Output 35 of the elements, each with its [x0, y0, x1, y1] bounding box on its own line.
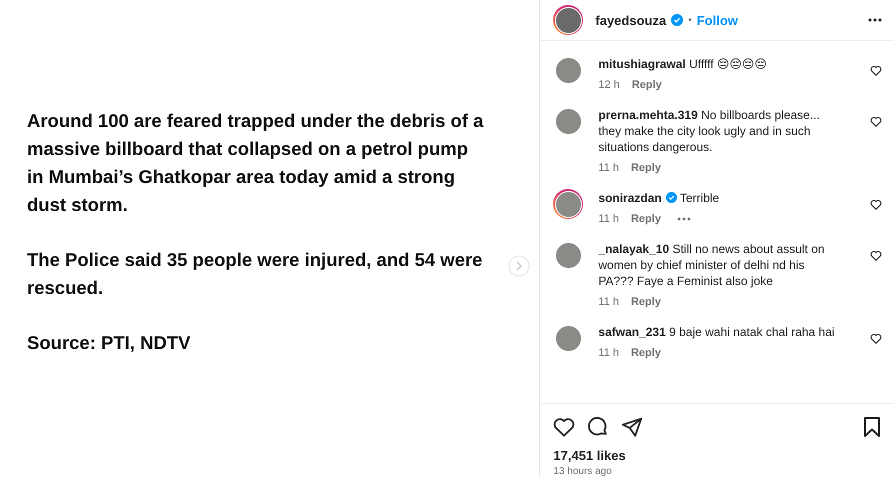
bookmark-icon[interactable] [863, 416, 881, 438]
share-paper-plane-icon[interactable] [621, 416, 644, 438]
comment-text: _nalayak_10 Still no news about assult on women by chief minister of delhi nd his PA??? Faye a Feminist also joke [598, 241, 826, 289]
comment-time: 11 h [598, 296, 619, 308]
post-text: Source: PTI, NDTV [27, 330, 192, 354]
comment-time: 11 h [598, 213, 619, 225]
post-text: Around 100 are feared trapped under the debris of a massive billboard that collapsed on a petrol pump in Mumbai’s Ghatkopar area today amid a strong dust storm. [27, 108, 484, 216]
follow-link[interactable]: Follow [696, 12, 738, 28]
likes-count[interactable]: 17,451 likes [553, 448, 881, 463]
post-time: 13 hours ago [553, 466, 613, 477]
comment-text: safwan_231 9 baje wahi natak chal raha hai [598, 324, 836, 340]
post-text: The Police said 35 people were injured, and 54 were rescued. [27, 248, 484, 300]
comment-text: mitushiagrawal Ufffff 😔😔😔😔 [598, 56, 768, 72]
reply-link[interactable]: Reply [630, 213, 661, 225]
comment-time: 12 h [598, 79, 620, 91]
reply-link[interactable]: Reply [630, 162, 661, 174]
comment-time: 11 h [598, 347, 619, 359]
comment-text: sonirazdan Terrible [598, 190, 720, 206]
comment-time: 11 h [598, 162, 619, 174]
reply-link[interactable]: Reply [630, 296, 661, 308]
like-heart-icon[interactable] [553, 417, 576, 437]
more-options-icon[interactable] [868, 18, 882, 22]
username[interactable]: fayedsouza [595, 12, 666, 28]
like-heart-icon[interactable] [870, 333, 882, 344]
comment-text: prerna.mehta.319 No billboards please... they make the city look ugly and in such situations dangerous. [598, 107, 821, 155]
like-heart-icon[interactable] [870, 250, 882, 261]
avatar[interactable] [553, 5, 584, 35]
comment-bubble-icon[interactable] [587, 416, 610, 438]
like-heart-icon[interactable] [870, 65, 882, 76]
separator-dot: • [688, 14, 692, 26]
like-heart-icon[interactable] [870, 116, 882, 127]
reply-link[interactable]: Reply [630, 347, 661, 359]
reply-link[interactable]: Reply [632, 79, 662, 91]
avatar[interactable] [553, 189, 584, 219]
like-heart-icon[interactable] [870, 199, 882, 210]
